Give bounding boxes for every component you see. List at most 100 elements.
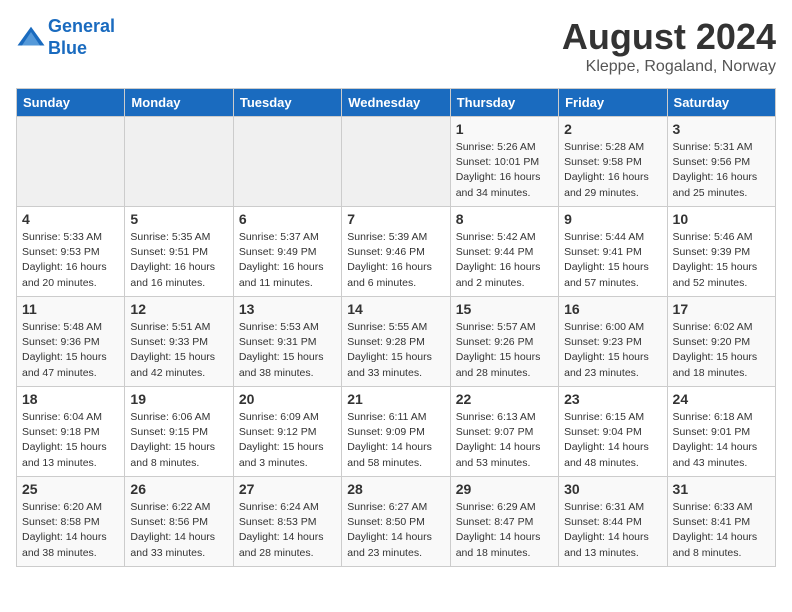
day-number: 3: [673, 121, 770, 137]
calendar-cell: 17Sunrise: 6:02 AM Sunset: 9:20 PM Dayli…: [667, 297, 775, 387]
day-number: 2: [564, 121, 661, 137]
day-detail: Sunrise: 5:26 AM Sunset: 10:01 PM Daylig…: [456, 140, 553, 201]
calendar-cell: 4Sunrise: 5:33 AM Sunset: 9:53 PM Daylig…: [17, 207, 125, 297]
day-number: 28: [347, 481, 444, 497]
day-detail: Sunrise: 5:57 AM Sunset: 9:26 PM Dayligh…: [456, 320, 553, 381]
calendar-week-row: 18 Sunrise: 6:04 AM Sunset: 9:18 PM Dayli…: [17, 387, 776, 477]
calendar-cell: 28 Sunrise: 6:27 AM Sunset: 8:50 PM Dayli…: [342, 477, 450, 567]
day-number: 5: [130, 211, 227, 227]
calendar-cell: 1Sunrise: 5:26 AM Sunset: 10:01 PM Dayli…: [450, 117, 558, 207]
calendar-week-row: 25 Sunrise: 6:20 AM Sunset: 8:58 PM Dayli…: [17, 477, 776, 567]
calendar-cell: [233, 117, 341, 207]
calendar-cell: 12 Sunrise: 5:51 AM Sunset: 9:33 PM Dayli…: [125, 297, 233, 387]
day-detail: Sunrise: 6:24 AM Sunset: 8:53 PM Dayligh…: [239, 500, 336, 561]
day-number: 20: [239, 391, 336, 407]
day-number: 10: [673, 211, 770, 227]
calendar-cell: [342, 117, 450, 207]
day-number: 26: [130, 481, 227, 497]
calendar-cell: 25 Sunrise: 6:20 AM Sunset: 8:58 PM Dayli…: [17, 477, 125, 567]
day-number: 11: [22, 301, 119, 317]
day-number: 27: [239, 481, 336, 497]
logo-text: General Blue: [48, 16, 115, 59]
day-detail: Sunrise: 5:28 AM Sunset: 9:58 PM Dayligh…: [564, 140, 661, 201]
logo-general: General: [48, 16, 115, 36]
calendar-cell: 15Sunrise: 5:57 AM Sunset: 9:26 PM Dayli…: [450, 297, 558, 387]
day-detail: Sunrise: 5:48 AM Sunset: 9:36 PM Dayligh…: [22, 320, 119, 381]
day-detail: Sunrise: 6:27 AM Sunset: 8:50 PM Dayligh…: [347, 500, 444, 561]
day-of-week-header: Friday: [559, 89, 667, 117]
calendar-cell: 22 Sunrise: 6:13 AM Sunset: 9:07 PM Dayli…: [450, 387, 558, 477]
day-number: 16: [564, 301, 661, 317]
day-number: 22: [456, 391, 553, 407]
day-number: 12: [130, 301, 227, 317]
calendar-cell: 11 Sunrise: 5:48 AM Sunset: 9:36 PM Dayli…: [17, 297, 125, 387]
day-of-week-header: Wednesday: [342, 89, 450, 117]
day-number: 31: [673, 481, 770, 497]
day-number: 25: [22, 481, 119, 497]
day-number: 24: [673, 391, 770, 407]
month-year-title: August 2024: [562, 16, 776, 58]
day-number: 29: [456, 481, 553, 497]
calendar-cell: 14 Sunrise: 5:55 AM Sunset: 9:28 PM Dayli…: [342, 297, 450, 387]
day-detail: Sunrise: 6:11 AM Sunset: 9:09 PM Dayligh…: [347, 410, 444, 471]
calendar-cell: 26Sunrise: 6:22 AM Sunset: 8:56 PM Dayli…: [125, 477, 233, 567]
day-number: 18: [22, 391, 119, 407]
calendar-cell: 2 Sunrise: 5:28 AM Sunset: 9:58 PM Daylig…: [559, 117, 667, 207]
calendar-cell: 7 Sunrise: 5:39 AM Sunset: 9:46 PM Daylig…: [342, 207, 450, 297]
calendar-cell: 30 Sunrise: 6:31 AM Sunset: 8:44 PM Dayli…: [559, 477, 667, 567]
calendar-cell: [17, 117, 125, 207]
day-detail: Sunrise: 5:55 AM Sunset: 9:28 PM Dayligh…: [347, 320, 444, 381]
day-detail: Sunrise: 5:39 AM Sunset: 9:46 PM Dayligh…: [347, 230, 444, 291]
day-number: 7: [347, 211, 444, 227]
calendar-cell: 24Sunrise: 6:18 AM Sunset: 9:01 PM Dayli…: [667, 387, 775, 477]
day-detail: Sunrise: 6:31 AM Sunset: 8:44 PM Dayligh…: [564, 500, 661, 561]
calendar-header-row: SundayMondayTuesdayWednesdayThursdayFrid…: [17, 89, 776, 117]
calendar-cell: 6Sunrise: 5:37 AM Sunset: 9:49 PM Daylig…: [233, 207, 341, 297]
day-detail: Sunrise: 6:20 AM Sunset: 8:58 PM Dayligh…: [22, 500, 119, 561]
day-detail: Sunrise: 6:09 AM Sunset: 9:12 PM Dayligh…: [239, 410, 336, 471]
day-detail: Sunrise: 5:33 AM Sunset: 9:53 PM Dayligh…: [22, 230, 119, 291]
logo: General Blue: [16, 16, 115, 59]
calendar-cell: 8Sunrise: 5:42 AM Sunset: 9:44 PM Daylig…: [450, 207, 558, 297]
calendar-cell: 10Sunrise: 5:46 AM Sunset: 9:39 PM Dayli…: [667, 207, 775, 297]
title-block: August 2024 Kleppe, Rogaland, Norway: [562, 16, 776, 76]
calendar-cell: 13 Sunrise: 5:53 AM Sunset: 9:31 PM Dayli…: [233, 297, 341, 387]
day-number: 17: [673, 301, 770, 317]
calendar-cell: 9 Sunrise: 5:44 AM Sunset: 9:41 PM Daylig…: [559, 207, 667, 297]
day-of-week-header: Thursday: [450, 89, 558, 117]
calendar-cell: 5 Sunrise: 5:35 AM Sunset: 9:51 PM Daylig…: [125, 207, 233, 297]
calendar-cell: 21Sunrise: 6:11 AM Sunset: 9:09 PM Dayli…: [342, 387, 450, 477]
calendar-cell: 3Sunrise: 5:31 AM Sunset: 9:56 PM Daylig…: [667, 117, 775, 207]
location-subtitle: Kleppe, Rogaland, Norway: [562, 58, 776, 76]
day-of-week-header: Tuesday: [233, 89, 341, 117]
calendar-table: SundayMondayTuesdayWednesdayThursdayFrid…: [16, 88, 776, 567]
day-of-week-header: Saturday: [667, 89, 775, 117]
day-detail: Sunrise: 6:06 AM Sunset: 9:15 PM Dayligh…: [130, 410, 227, 471]
calendar-cell: 16 Sunrise: 6:00 AM Sunset: 9:23 PM Dayli…: [559, 297, 667, 387]
day-number: 30: [564, 481, 661, 497]
day-detail: Sunrise: 5:53 AM Sunset: 9:31 PM Dayligh…: [239, 320, 336, 381]
day-of-week-header: Sunday: [17, 89, 125, 117]
page-header: General Blue August 2024 Kleppe, Rogalan…: [16, 16, 776, 76]
calendar-cell: 18 Sunrise: 6:04 AM Sunset: 9:18 PM Dayli…: [17, 387, 125, 477]
day-number: 13: [239, 301, 336, 317]
day-detail: Sunrise: 6:29 AM Sunset: 8:47 PM Dayligh…: [456, 500, 553, 561]
day-number: 14: [347, 301, 444, 317]
calendar-week-row: 4Sunrise: 5:33 AM Sunset: 9:53 PM Daylig…: [17, 207, 776, 297]
calendar-cell: 19 Sunrise: 6:06 AM Sunset: 9:15 PM Dayli…: [125, 387, 233, 477]
calendar-cell: 20 Sunrise: 6:09 AM Sunset: 9:12 PM Dayli…: [233, 387, 341, 477]
calendar-week-row: 11 Sunrise: 5:48 AM Sunset: 9:36 PM Dayli…: [17, 297, 776, 387]
day-detail: Sunrise: 6:04 AM Sunset: 9:18 PM Dayligh…: [22, 410, 119, 471]
day-of-week-header: Monday: [125, 89, 233, 117]
day-detail: Sunrise: 5:37 AM Sunset: 9:49 PM Dayligh…: [239, 230, 336, 291]
day-number: 19: [130, 391, 227, 407]
day-detail: Sunrise: 6:15 AM Sunset: 9:04 PM Dayligh…: [564, 410, 661, 471]
calendar-cell: 23Sunrise: 6:15 AM Sunset: 9:04 PM Dayli…: [559, 387, 667, 477]
day-detail: Sunrise: 5:35 AM Sunset: 9:51 PM Dayligh…: [130, 230, 227, 291]
day-detail: Sunrise: 5:44 AM Sunset: 9:41 PM Dayligh…: [564, 230, 661, 291]
day-detail: Sunrise: 6:13 AM Sunset: 9:07 PM Dayligh…: [456, 410, 553, 471]
calendar-week-row: 1Sunrise: 5:26 AM Sunset: 10:01 PM Dayli…: [17, 117, 776, 207]
day-number: 9: [564, 211, 661, 227]
day-detail: Sunrise: 5:51 AM Sunset: 9:33 PM Dayligh…: [130, 320, 227, 381]
day-detail: Sunrise: 6:00 AM Sunset: 9:23 PM Dayligh…: [564, 320, 661, 381]
